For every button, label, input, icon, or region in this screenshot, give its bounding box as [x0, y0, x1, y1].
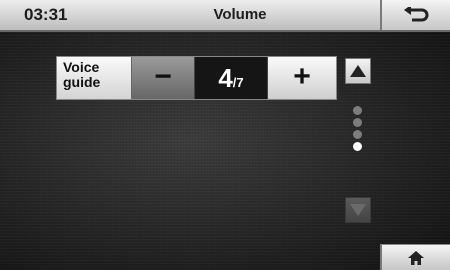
decrease-volume-button[interactable]: − [132, 57, 195, 99]
page-dot-active [353, 142, 362, 151]
volume-screen: 03:31 Volume Voice guide − 4/7 + [0, 0, 450, 270]
volume-current: 4 [218, 63, 233, 93]
home-button[interactable] [380, 244, 450, 270]
page-indicator [353, 106, 363, 154]
volume-max: 7 [236, 75, 244, 90]
back-button[interactable] [380, 0, 450, 30]
home-icon [408, 250, 424, 265]
page-dot [353, 118, 362, 127]
page-dot [353, 106, 362, 115]
return-arrow-icon [404, 7, 429, 22]
label-line-2: guide [63, 74, 101, 90]
down-triangle-icon [350, 204, 366, 216]
page-dot [353, 130, 362, 139]
voice-guide-volume-control: Voice guide − 4/7 + [56, 56, 337, 100]
increase-volume-button[interactable]: + [267, 57, 336, 99]
status-bar: 03:31 Volume [0, 0, 450, 32]
volume-value: 4/7 [195, 57, 267, 99]
scroll-down-button[interactable] [345, 197, 371, 223]
scroll-up-button[interactable] [345, 58, 371, 84]
page-title: Volume [213, 6, 267, 23]
label-line-1: Voice [63, 59, 100, 75]
voice-guide-label: Voice guide [57, 57, 132, 99]
clock: 03:31 [24, 5, 68, 24]
up-triangle-icon [350, 65, 366, 77]
